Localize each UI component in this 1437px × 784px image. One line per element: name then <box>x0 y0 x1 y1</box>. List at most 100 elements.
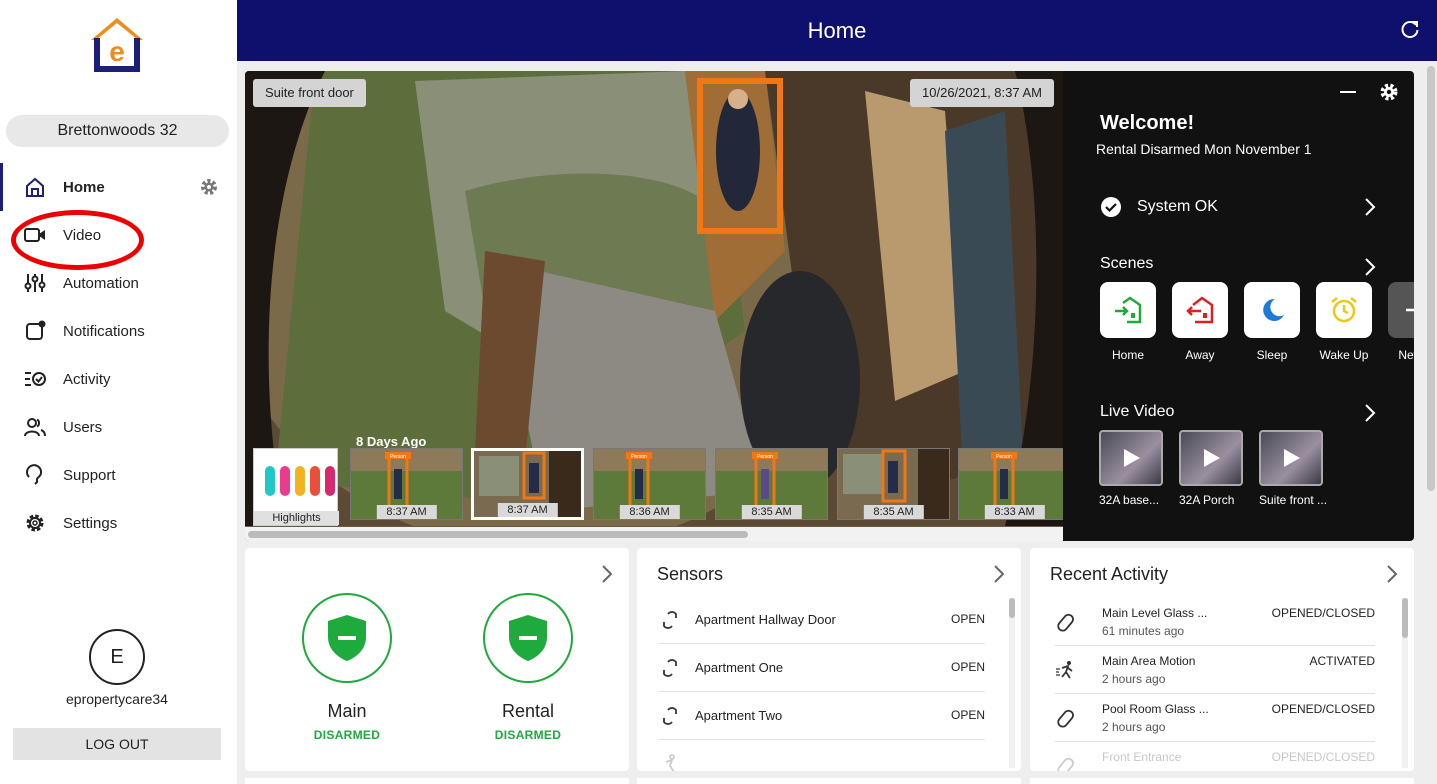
partition-main[interactable]: Main DISARMED <box>302 593 392 742</box>
sensors-scrollbar[interactable] <box>1009 598 1015 768</box>
activity-row-partial[interactable]: Front Entrance OPENED/CLOSED <box>1055 742 1375 771</box>
sidebar-item-settings[interactable]: Settings <box>0 499 237 547</box>
minimize-icon[interactable] <box>1340 91 1356 93</box>
avatar[interactable]: E <box>89 629 145 685</box>
activity-name: Main Area Motion <box>1102 654 1196 668</box>
timeline-scrollbar-thumb[interactable] <box>248 531 748 538</box>
sensor-row[interactable]: Apartment Hallway Door OPEN <box>659 596 985 644</box>
plus-icon <box>1406 308 1414 312</box>
scene-away[interactable]: Away <box>1172 282 1228 362</box>
logout-button[interactable]: LOG OUT <box>13 728 221 760</box>
clip-time: 8:37 AM <box>497 503 558 517</box>
activity-scrollbar[interactable] <box>1402 598 1408 768</box>
scenes-chevron-right-icon[interactable] <box>1364 257 1376 277</box>
clip-thumbnail[interactable]: Person 8:37 AM <box>350 448 463 520</box>
page-scrollbar-thumb[interactable] <box>1427 66 1435 491</box>
sidebar: e Brettonwoods 32 Home Video Automation <box>0 0 237 784</box>
shield-icon <box>509 615 547 661</box>
live-video-thumbnail[interactable] <box>1179 430 1243 486</box>
sidebar-item-activity[interactable]: Activity <box>0 355 237 403</box>
scene-wake-up[interactable]: Wake Up <box>1316 282 1372 362</box>
home-settings-gear-icon[interactable] <box>199 177 219 197</box>
live-video-thumbnail[interactable] <box>1259 430 1323 486</box>
live-video-tile[interactable]: Suite front ... <box>1259 430 1328 507</box>
live-video-tile[interactable]: 32A base... <box>1099 430 1163 507</box>
system-ok-row[interactable]: System OK <box>1100 193 1376 221</box>
scene-sleep-button[interactable] <box>1244 282 1300 338</box>
page-scrollbar[interactable] <box>1427 66 1435 496</box>
play-icon <box>1124 449 1140 467</box>
company-logo[interactable]: e <box>88 16 146 74</box>
scene-new[interactable]: New S <box>1388 282 1414 362</box>
sidebar-item-video[interactable]: Video <box>0 211 237 259</box>
sensors-title: Sensors <box>657 564 724 584</box>
scene-home[interactable]: Home <box>1100 282 1156 362</box>
users-icon <box>22 414 48 440</box>
scene-wake-up-button[interactable] <box>1316 282 1372 338</box>
camera-timestamp: 10/26/2021, 8:37 AM <box>910 79 1054 107</box>
partition-rental-ring[interactable] <box>483 593 573 683</box>
check-circle-icon <box>1101 197 1121 217</box>
chevron-right-icon[interactable] <box>601 564 613 584</box>
activity-scrollbar-thumb[interactable] <box>1402 598 1408 638</box>
activity-row[interactable]: Pool Room Glass ... 2 hours ago OPENED/C… <box>1055 694 1375 742</box>
clip-thumbnail[interactable]: Person 8:36 AM <box>593 448 706 520</box>
new-scene-button[interactable] <box>1388 282 1414 338</box>
chevron-right-icon <box>1365 198 1376 216</box>
sidebar-item-automation[interactable]: Automation <box>0 259 237 307</box>
video-player[interactable]: Suite front door 10/26/2021, 8:37 AM 8 D… <box>245 71 1063 541</box>
clip-thumbnail-selected[interactable]: 8:37 AM <box>471 448 584 520</box>
clip-thumbnail[interactable]: 8:35 AM <box>837 448 950 520</box>
scene-sleep[interactable]: Sleep <box>1244 282 1300 362</box>
live-video-tile[interactable]: 32A Porch <box>1179 430 1243 507</box>
chevron-right-icon[interactable] <box>1386 564 1398 584</box>
scenes-list: Home Away Sleep Wake Up New S <box>1100 282 1414 366</box>
highlights-button[interactable]: Highlights <box>253 448 339 526</box>
activity-time: 2 hours ago <box>1102 672 1166 686</box>
live-video-label: Suite front ... <box>1259 493 1328 507</box>
clip-thumbnail[interactable]: Person 8:33 AM <box>958 448 1063 520</box>
scenes-title: Scenes <box>1100 255 1154 272</box>
sidebar-item-label: Automation <box>63 274 139 292</box>
scene-label: New S <box>1398 348 1414 362</box>
partition-main-ring[interactable] <box>302 593 392 683</box>
sensor-row-partial[interactable] <box>659 740 985 771</box>
contact-sensor-icon <box>1057 757 1074 771</box>
recent-activity-title: Recent Activity <box>1050 564 1169 584</box>
live-video-label: 32A Porch <box>1179 493 1235 507</box>
scene-away-button[interactable] <box>1172 282 1228 338</box>
live-video-thumbnail[interactable] <box>1099 430 1163 486</box>
activity-name: Front Entrance <box>1102 750 1182 764</box>
alarm-clock-icon <box>1331 297 1357 323</box>
activity-time: 2 hours ago <box>1102 720 1166 734</box>
chevron-right-icon[interactable] <box>993 564 1005 584</box>
scene-home-button[interactable] <box>1100 282 1156 338</box>
activity-time: 61 minutes ago <box>1102 624 1185 638</box>
play-icon <box>1284 449 1300 467</box>
sidebar-item-users[interactable]: Users <box>0 403 237 451</box>
username: epropertycare34 <box>66 691 168 707</box>
timeline-scrollbar[interactable] <box>245 527 1063 541</box>
sidebar-item-support[interactable]: Support <box>0 451 237 499</box>
partition-rental[interactable]: Rental DISARMED <box>483 593 573 742</box>
sensor-row[interactable]: Apartment Two OPEN <box>659 692 985 740</box>
scene-label: Sleep <box>1256 348 1288 362</box>
next-card-edge <box>637 778 1021 784</box>
svg-text:e: e <box>109 36 125 67</box>
moon-icon <box>1263 298 1284 321</box>
camera-name-label: Suite front door <box>253 79 366 107</box>
sidebar-item-home[interactable]: Home <box>0 163 237 211</box>
activity-row[interactable]: Main Area Motion 2 hours ago ACTIVATED <box>1055 646 1375 694</box>
clip-thumbnail[interactable]: Person 8:35 AM <box>715 448 828 520</box>
refresh-icon[interactable] <box>1399 19 1421 41</box>
live-video-chevron-right-icon[interactable] <box>1364 403 1376 423</box>
activity-row[interactable]: Main Level Glass ... 61 minutes ago OPEN… <box>1055 598 1375 646</box>
panel-settings-gear-icon[interactable] <box>1379 82 1399 102</box>
sensor-row[interactable]: Apartment One OPEN <box>659 644 985 692</box>
account-selector[interactable]: Brettonwoods 32 <box>6 115 229 147</box>
sidebar-item-notifications[interactable]: Notifications <box>0 307 237 355</box>
live-video-label: 32A base... <box>1099 493 1160 507</box>
sensors-scrollbar-thumb[interactable] <box>1009 598 1015 618</box>
activity-state: OPENED/CLOSED <box>1271 606 1375 620</box>
door-sensor-icon <box>659 657 681 679</box>
